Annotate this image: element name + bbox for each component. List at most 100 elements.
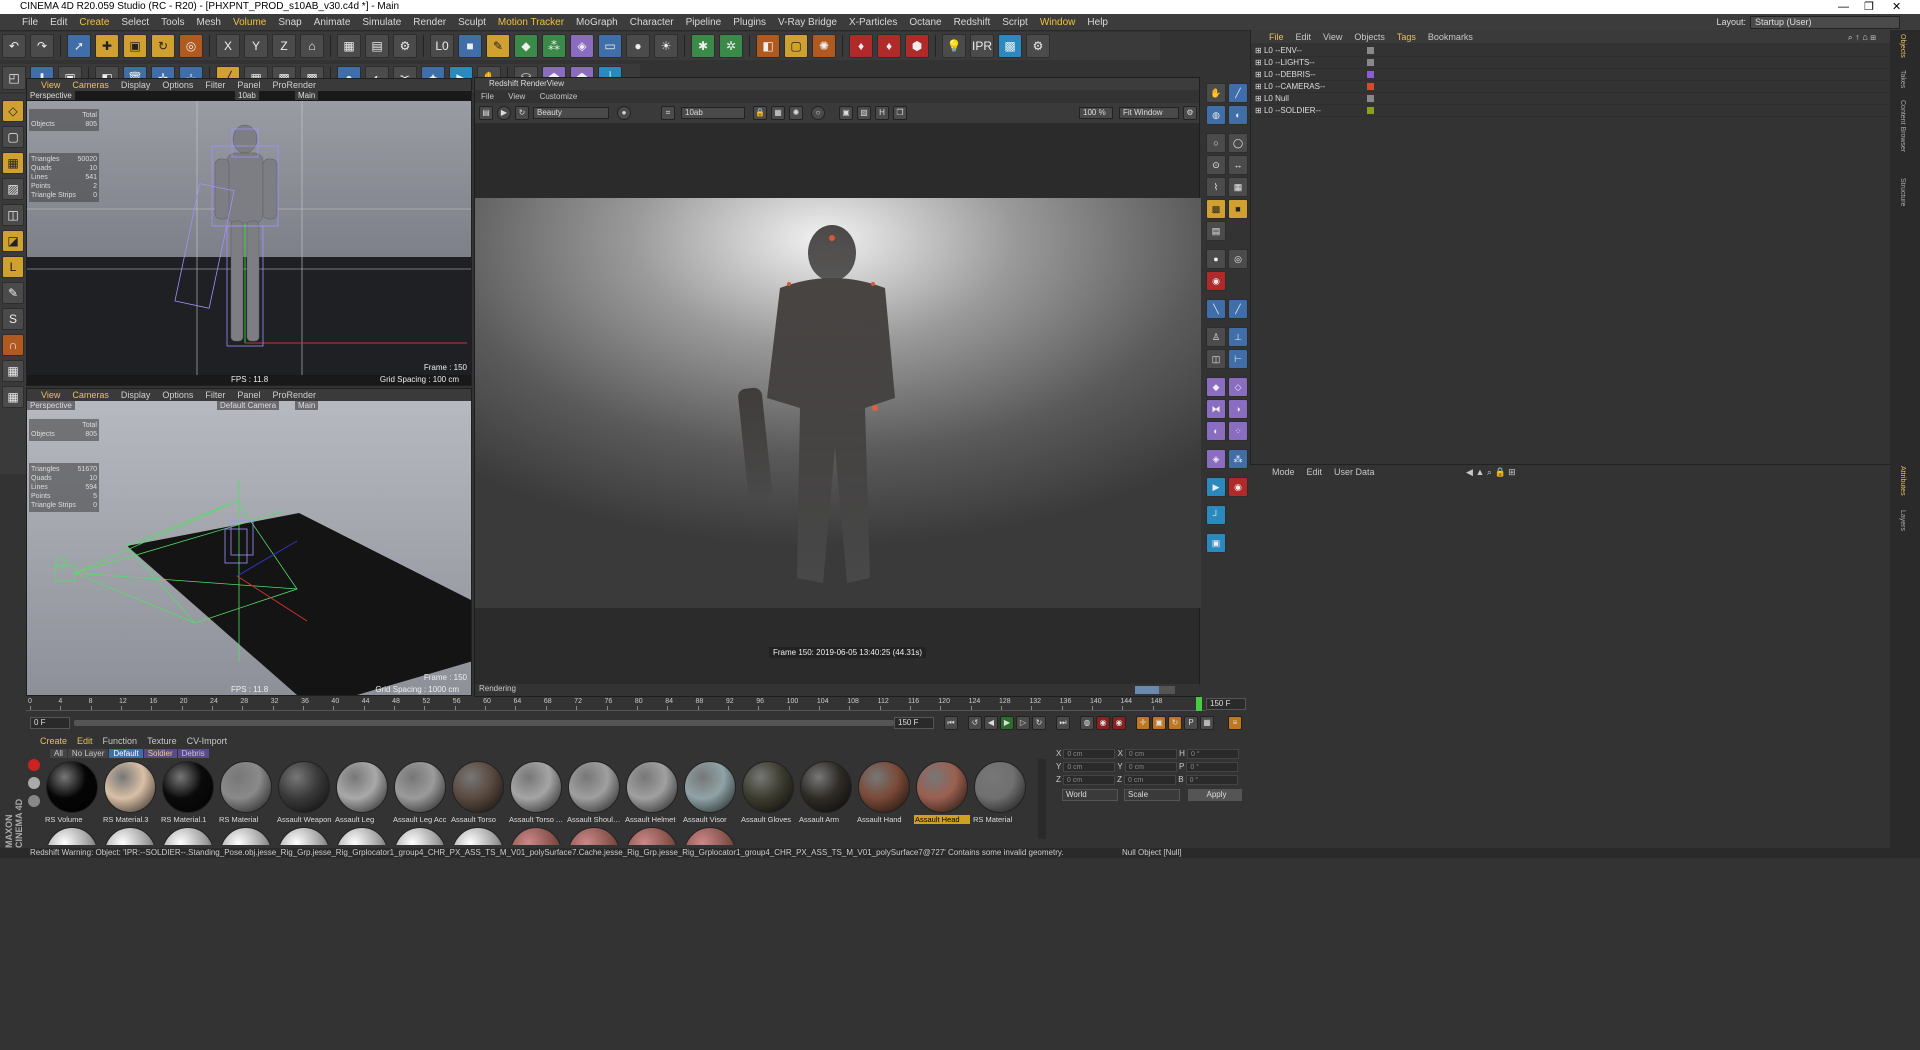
size-z-field[interactable]: 0 cm	[1124, 775, 1177, 785]
half-icon[interactable]: ◑	[1228, 399, 1248, 419]
mirror-icon[interactable]: ⧓	[1206, 399, 1226, 419]
next-key-icon[interactable]: ↻	[1032, 716, 1046, 730]
timeline-playhead[interactable]	[1196, 697, 1202, 711]
coord-system-icon[interactable]: ⌂	[300, 34, 324, 58]
make-editable-icon[interactable]: ◰	[2, 66, 26, 90]
menu-window[interactable]: Window	[1040, 17, 1076, 28]
material-swatch[interactable]	[276, 825, 332, 845]
apply-button[interactable]: Apply	[1188, 789, 1242, 801]
coord-space-dropdown[interactable]: World	[1062, 789, 1118, 801]
playback-icon[interactable]: ▶	[1206, 477, 1226, 497]
menu-tools[interactable]: Tools	[161, 17, 184, 28]
record-icon[interactable]	[28, 759, 40, 771]
vp1-menu-view[interactable]: View	[41, 80, 60, 90]
mat-menu-create[interactable]: Create	[40, 736, 67, 746]
back-arrow-icon[interactable]: ◀	[1466, 467, 1473, 477]
layout-dropdown[interactable]: Startup (User)	[1750, 16, 1900, 29]
joint-icon[interactable]: ⊥	[1228, 327, 1248, 347]
material-swatch[interactable]	[682, 825, 738, 845]
vp1-take-label[interactable]: Main	[295, 91, 319, 100]
menu-animate[interactable]: Animate	[314, 17, 351, 28]
material-swatch[interactable]: Assault Torso Acc	[508, 759, 564, 829]
y-axis-icon[interactable]: Y	[244, 34, 268, 58]
redshift-spotlight-icon[interactable]: ♦	[877, 34, 901, 58]
side-tab-content-browser[interactable]: Content Browser	[1899, 100, 1906, 152]
object-row[interactable]: ⊞ L0 --CAMERAS--	[1251, 81, 1890, 93]
target-icon[interactable]: ◉	[1206, 271, 1226, 291]
select-tool-icon[interactable]: ➚	[67, 34, 91, 58]
vp2-menu-panel[interactable]: Panel	[237, 390, 260, 400]
pinch-icon[interactable]: ⊙	[1206, 155, 1226, 175]
viewport-top-canvas[interactable]: Perspective 10ab Main Total Objects 805 T…	[27, 91, 471, 385]
object-row[interactable]: ⊞ L0 --ENV--	[1251, 45, 1890, 57]
search-icon[interactable]: ⌕	[1848, 32, 1853, 42]
timeline-menu-icon[interactable]: ≡	[1228, 716, 1242, 730]
expand-icon[interactable]: ⊞	[1255, 94, 1262, 103]
material-swatch[interactable]	[218, 825, 274, 845]
menu-render[interactable]: Render	[413, 17, 446, 28]
vp2-menu-filter[interactable]: Filter	[205, 390, 225, 400]
key-rotation-icon[interactable]: ↻	[1168, 716, 1182, 730]
vp1-menu-cameras[interactable]: Cameras	[72, 80, 109, 90]
pos-z-field[interactable]: 0 cm	[1062, 775, 1115, 785]
vp2-menu-cameras[interactable]: Cameras	[72, 390, 109, 400]
filter-no-layer[interactable]: No Layer	[67, 748, 109, 758]
mat-menu-edit[interactable]: Edit	[77, 736, 93, 746]
expand-icon[interactable]: ⊞	[1255, 70, 1262, 79]
up-arrow-icon[interactable]: ▲	[1475, 467, 1484, 477]
material-swatch[interactable]	[44, 825, 100, 845]
side-tab-structure[interactable]: Structure	[1899, 178, 1906, 206]
attr-menu-edit[interactable]: Edit	[1307, 467, 1323, 477]
attr-menu-userdata[interactable]: User Data	[1334, 467, 1375, 477]
rv-snapshot-icon[interactable]: ▤	[479, 106, 493, 120]
menu-character[interactable]: Character	[630, 17, 674, 28]
vp2-camera-label[interactable]: Default Camera	[217, 401, 280, 410]
fit-dropdown[interactable]: Fit Window	[1119, 107, 1179, 119]
rv-image-icon[interactable]: ▨	[857, 106, 871, 120]
mat-menu-texture[interactable]: Texture	[147, 736, 177, 746]
rv-circle-icon[interactable]: ○	[811, 106, 825, 120]
rv-save-icon[interactable]: ▣	[839, 106, 853, 120]
material-swatch[interactable]	[392, 825, 448, 845]
paint-brush-icon[interactable]: ╲	[1206, 299, 1226, 319]
paint-brush-alt-icon[interactable]: ╱	[1228, 299, 1248, 319]
menu-octane[interactable]: Octane	[909, 17, 941, 28]
octane-viewer-icon[interactable]: ▢	[784, 34, 808, 58]
menu-motion-tracker[interactable]: Motion Tracker	[498, 17, 564, 28]
vp2-menu-display[interactable]: Display	[121, 390, 151, 400]
rot-h-field[interactable]: 0 °	[1186, 749, 1239, 759]
material-swatch[interactable]	[334, 825, 390, 845]
morph-alt-icon[interactable]: ◇	[1228, 377, 1248, 397]
split-icon[interactable]: ◐	[1206, 421, 1226, 441]
object-row[interactable]: ⊞ L0 Null	[1251, 93, 1890, 105]
material-swatch[interactable]	[102, 825, 158, 845]
key-param-icon[interactable]: P	[1184, 716, 1198, 730]
goto-end-icon[interactable]: ⏭	[1056, 716, 1070, 730]
vp2-menu-prorender[interactable]: ProRender	[272, 390, 316, 400]
sphere-preview-icon[interactable]	[28, 777, 40, 789]
next-frame-icon[interactable]: ▷	[1016, 716, 1030, 730]
vp2-projection-label[interactable]: Perspective	[27, 401, 75, 410]
menu-select[interactable]: Select	[121, 17, 149, 28]
rv-grid-icon[interactable]: ▦	[771, 106, 785, 120]
menu-snap[interactable]: Snap	[278, 17, 301, 28]
material-swatch[interactable]: RS Volume	[44, 759, 100, 829]
array-icon[interactable]: ⁂	[542, 34, 566, 58]
viewport-bottom[interactable]: View Cameras Display Options Filter Pane…	[26, 388, 472, 696]
key-position-icon[interactable]: ✛	[1136, 716, 1150, 730]
mat-menu-function[interactable]: Function	[103, 736, 138, 746]
sphere-shape-icon[interactable]: ○	[1206, 133, 1226, 153]
filter-soldier[interactable]: Soldier	[143, 748, 177, 758]
material-swatch[interactable]: Assault Gloves	[740, 759, 796, 829]
pos-x-field[interactable]: 0 cm	[1063, 749, 1116, 759]
xparticles-system-icon[interactable]: ✲	[719, 34, 743, 58]
sphere-wire-icon[interactable]: ◯	[1228, 133, 1248, 153]
timeline[interactable]: 0 4 8 12 16 20 24 28 32 36 40 44 48 52 56 60 64 68 72 76 80 8…	[26, 697, 1248, 735]
vp1-camera-label[interactable]: 10ab	[235, 91, 259, 100]
menu-pipeline[interactable]: Pipeline	[686, 17, 722, 28]
material-swatch[interactable]: RS Material	[972, 759, 1028, 829]
pen-spline-icon[interactable]: ✎	[486, 34, 510, 58]
rv-color-icon[interactable]: ●	[617, 106, 631, 120]
bulb-icon[interactable]: 💡	[942, 34, 966, 58]
menu-file[interactable]: File	[22, 17, 38, 28]
